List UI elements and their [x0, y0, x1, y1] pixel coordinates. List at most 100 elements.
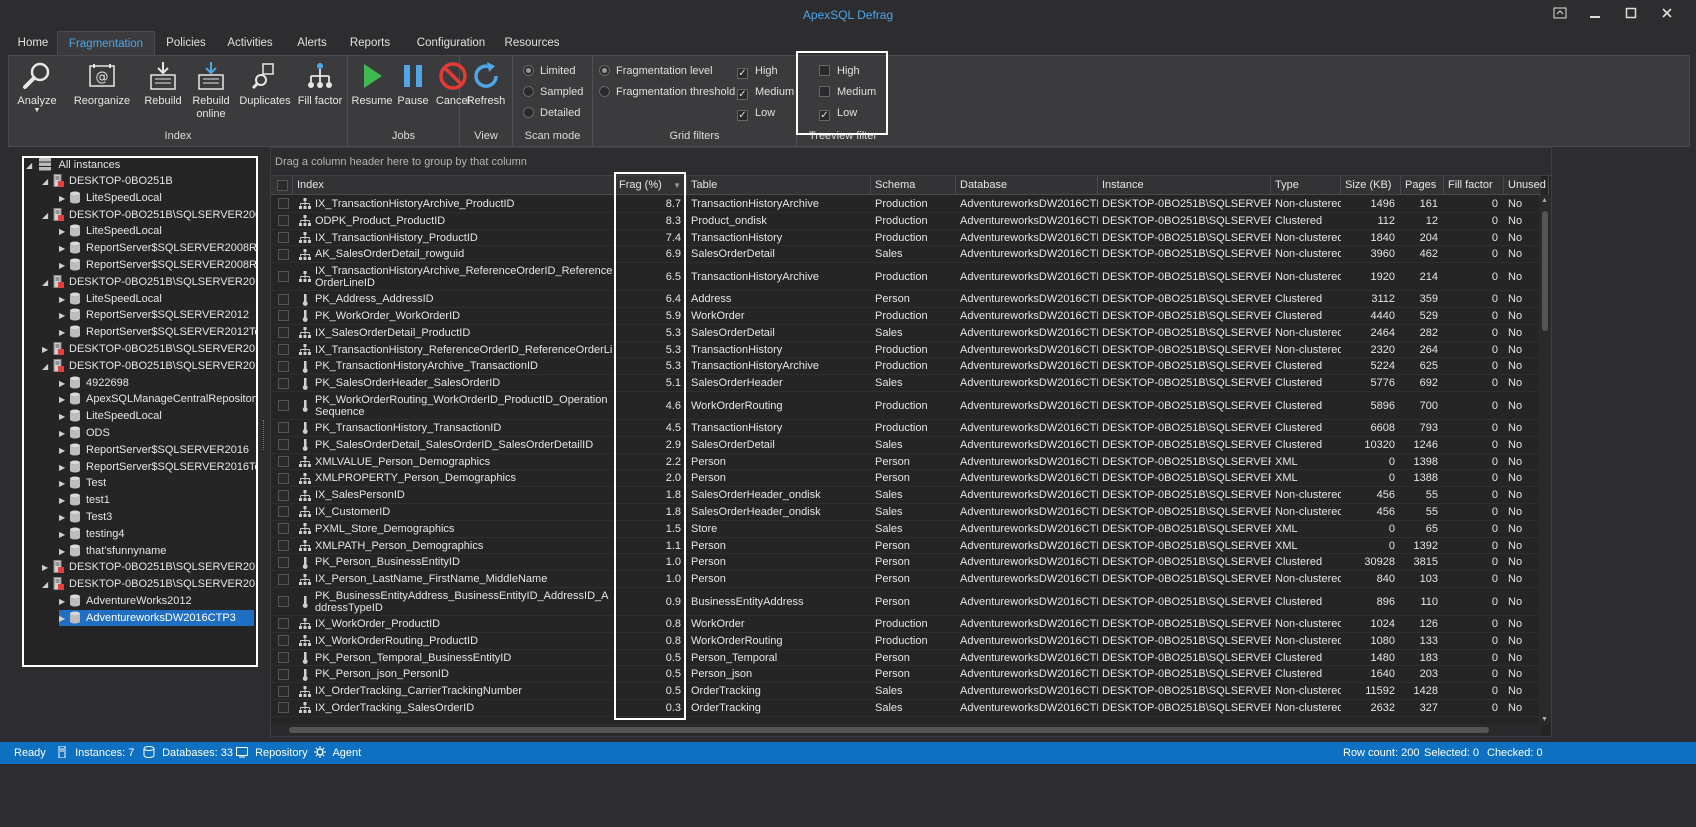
row-checkbox[interactable]: [278, 343, 289, 355]
scan-mode-limited[interactable]: Limited: [523, 62, 575, 80]
row-checkbox[interactable]: [278, 668, 289, 680]
table-row[interactable]: IX_TransactionHistory_ProductID 7.4 Transa…: [271, 230, 1541, 247]
expand-arrow-icon[interactable]: ▶: [59, 292, 69, 308]
column-header-pages[interactable]: Pages: [1401, 176, 1444, 195]
tree-node-database[interactable]: ▶ ApexSQLManageCentralRepository: [59, 391, 256, 407]
fill-factor-button[interactable]: Fill factor: [294, 60, 346, 107]
table-row[interactable]: XMLVALUE_Person_Demographics 2.2 Person Per…: [271, 454, 1541, 471]
row-checkbox[interactable]: [278, 573, 289, 585]
tree-node-database[interactable]: ▶ LiteSpeedLocal: [59, 190, 162, 206]
expand-arrow-icon[interactable]: ▶: [59, 510, 69, 526]
collapse-arrow-icon[interactable]: ◢: [42, 359, 52, 375]
expand-arrow-icon[interactable]: ▶: [59, 409, 69, 425]
row-checkbox[interactable]: [278, 489, 289, 501]
rebuild-button[interactable]: Rebuild: [138, 60, 188, 107]
scan-mode-sampled[interactable]: Sampled: [523, 83, 583, 101]
maximize-icon[interactable]: [1621, 6, 1641, 24]
table-row[interactable]: IX_WorkOrderRouting_ProductID 0.8 WorkOrde…: [271, 633, 1541, 650]
tree-node-database[interactable]: ▶ 4922698: [59, 375, 129, 391]
scan-mode-detailed[interactable]: Detailed: [523, 104, 580, 122]
grid-vertical-scrollbar[interactable]: ▲ ▼: [1539, 195, 1551, 725]
tree-node-database[interactable]: ▶ LiteSpeedLocal: [59, 223, 162, 239]
expand-arrow-icon[interactable]: ▶: [59, 460, 69, 476]
expand-arrow-icon[interactable]: ▶: [59, 376, 69, 392]
column-header-table[interactable]: Table: [687, 176, 871, 195]
tree-node-database[interactable]: ▶ ReportServer$SQLSERVER2012Tem...: [59, 324, 256, 341]
table-row[interactable]: IX_OrderTracking_CarrierTrackingNumber 0.…: [271, 683, 1541, 700]
row-checkbox[interactable]: [278, 198, 289, 210]
row-checkbox[interactable]: [278, 439, 289, 451]
splitter-handle[interactable]: [263, 420, 266, 450]
expand-arrow-icon[interactable]: ▶: [59, 308, 69, 324]
table-row[interactable]: AK_SalesOrderDetail_rowguid 6.9 SalesOrder…: [271, 246, 1541, 264]
table-row[interactable]: PK_Person_json_PersonID 0.5 Person_json Per…: [271, 666, 1541, 684]
table-row[interactable]: PK_TransactionHistoryArchive_Transaction…: [271, 358, 1541, 376]
table-row[interactable]: PK_SalesOrderHeader_SalesOrderID 5.1 Sales…: [271, 375, 1541, 392]
tree-node-database[interactable]: ▶ ReportServer$SQLSERVER2008R2: [59, 240, 256, 256]
collapse-arrow-icon[interactable]: ◢: [42, 275, 52, 291]
row-checkbox[interactable]: [278, 293, 289, 305]
column-header-type[interactable]: Type: [1271, 176, 1341, 195]
column-header-instance[interactable]: Instance: [1098, 176, 1271, 195]
tree-node-database[interactable]: ▶ AdventureworksDW2016CTP3: [59, 609, 254, 626]
row-checkbox[interactable]: [278, 310, 289, 322]
tab-fragmentation[interactable]: Fragmentation: [57, 31, 155, 55]
duplicates-button[interactable]: Duplicates: [234, 60, 296, 107]
row-checkbox[interactable]: [278, 231, 289, 243]
grid-horizontal-scrollbar[interactable]: [271, 724, 1541, 736]
expand-arrow-icon[interactable]: ▶: [42, 342, 52, 358]
tree-node-database[interactable]: ▶ test1: [59, 492, 110, 508]
row-checkbox[interactable]: [278, 400, 289, 411]
expand-arrow-icon[interactable]: ▶: [59, 325, 69, 341]
group-by-panel[interactable]: Drag a column header here to group by th…: [271, 148, 1551, 176]
row-checkbox[interactable]: [278, 635, 289, 647]
expand-arrow-icon[interactable]: ▶: [59, 191, 69, 207]
tab-reports[interactable]: Reports: [342, 31, 398, 55]
row-checkbox[interactable]: [278, 618, 289, 630]
table-row[interactable]: IX_SalesPersonID 1.8 SalesOrderHeader_ondi…: [271, 487, 1541, 504]
table-row[interactable]: IX_WorkOrder_ProductID 0.8 WorkOrder Produc…: [271, 616, 1541, 633]
column-header-unused[interactable]: Unused: [1504, 176, 1549, 195]
expand-arrow-icon[interactable]: ▶: [59, 493, 69, 509]
column-header-index[interactable]: Index: [293, 176, 615, 195]
rebuild-online-button[interactable]: Rebuild online: [186, 60, 236, 121]
tree-node-server[interactable]: ▶ DESKTOP-0BO251B\SQLSERVER2014: [42, 341, 256, 358]
table-row[interactable]: IX_TransactionHistory_ReferenceOrderID_R…: [271, 342, 1541, 359]
reorganize-button[interactable]: @ Reorganize: [67, 60, 137, 107]
status-instances[interactable]: Instances: 7: [56, 742, 134, 764]
row-checkbox[interactable]: [278, 556, 289, 568]
tree-node-database[interactable]: ▶ ReportServer$SQLSERVER2016Tem...: [59, 459, 256, 476]
tree-node-database[interactable]: ▶ ODS: [59, 425, 110, 441]
horizontal-scroll-thumb[interactable]: [289, 727, 1489, 733]
tab-alerts[interactable]: Alerts: [288, 31, 336, 55]
table-row[interactable]: PK_WorkOrder_WorkOrderID 5.9 WorkOrder Prod…: [271, 308, 1541, 325]
grid-filter-medium-checkbox[interactable]: ✓ Medium: [737, 83, 794, 101]
expand-arrow-icon[interactable]: ▶: [59, 594, 69, 610]
row-checkbox[interactable]: [278, 702, 289, 714]
collapse-arrow-icon[interactable]: ◢: [42, 577, 52, 593]
refresh-button[interactable]: Refresh: [462, 60, 510, 107]
tree-node-server[interactable]: ◢ DESKTOP-0BO251B\SQLSERVER2012: [42, 274, 256, 291]
table-row[interactable]: PK_Person_BusinessEntityID 1.0 Person Perso…: [271, 554, 1541, 572]
expand-arrow-icon[interactable]: ▶: [59, 527, 69, 543]
tree-node-database[interactable]: ▶ ReportServer$SQLSERVER2008R2T...: [59, 257, 256, 273]
tree-node-server[interactable]: ◢ DESKTOP-0BO251B\SQLSERVER2016: [42, 358, 256, 375]
minimize-icon[interactable]: [1585, 6, 1605, 24]
row-checkbox[interactable]: [278, 506, 289, 518]
row-checkbox[interactable]: [278, 377, 289, 389]
tree-node-database[interactable]: ▶ AdventureWorks2012: [59, 593, 192, 609]
expand-arrow-icon[interactable]: ▶: [42, 560, 52, 576]
tree-node-server[interactable]: ◢ DESKTOP-0BO251B\SQLSERVER2008R2: [42, 207, 256, 223]
row-checkbox[interactable]: [278, 248, 289, 260]
resume-button[interactable]: Resume: [351, 60, 393, 107]
vertical-scroll-thumb[interactable]: [1542, 211, 1548, 331]
tree-node-database[interactable]: ▶ LiteSpeedLocal: [59, 408, 162, 424]
tab-configuration[interactable]: Configuration: [406, 31, 496, 55]
table-row[interactable]: IX_TransactionHistoryArchive_ReferenceOr…: [271, 263, 1541, 292]
tree-node-server[interactable]: ◢ DESKTOP-0BO251B\SQLSERVER2019: [42, 576, 256, 593]
expand-arrow-icon[interactable]: ▶: [59, 224, 69, 240]
column-header-size[interactable]: Size (KB): [1341, 176, 1401, 195]
table-row[interactable]: PXML_Store_Demographics 1.5 Store Sales Adve…: [271, 521, 1541, 538]
row-checkbox[interactable]: [278, 685, 289, 697]
fragmentation-level-radio[interactable]: Fragmentation level: [599, 62, 713, 80]
